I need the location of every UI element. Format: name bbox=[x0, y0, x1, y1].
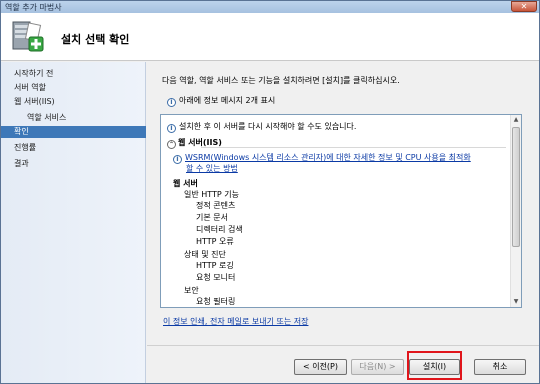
wizard-window: 역할 추가 마법사 ✕ 설치 선택 확인 시작하기 전 서버 역할 웹 서버(I… bbox=[0, 0, 540, 384]
step-role-services[interactable]: 역할 서비스 bbox=[1, 112, 146, 124]
tree-item: 요청 모니터 bbox=[196, 273, 236, 282]
tree-item: 디렉터리 검색 bbox=[196, 225, 243, 234]
scroll-up-icon[interactable]: ▲ bbox=[511, 115, 521, 125]
install-button[interactable]: 설치(I) bbox=[409, 359, 460, 375]
previous-button[interactable]: < 이전(P) bbox=[294, 359, 347, 375]
vertical-scrollbar[interactable]: ▲ ▼ bbox=[510, 115, 521, 307]
collapse-icon[interactable]: ⌃ bbox=[167, 140, 176, 149]
tree-item: HTTP 로깅 bbox=[196, 261, 234, 270]
page-title: 설치 선택 확인 bbox=[61, 33, 130, 46]
info-message-text: 아래에 정보 메시지 2개 표시 bbox=[179, 96, 276, 105]
wizard-header: 설치 선택 확인 bbox=[1, 13, 539, 61]
wsrm-link-line2[interactable]: 할 수 있는 방법 bbox=[186, 163, 238, 174]
step-confirmation[interactable]: 확인 bbox=[1, 126, 146, 138]
footer-divider bbox=[147, 345, 539, 346]
step-results: 결과 bbox=[14, 159, 29, 168]
tree-item: 일반 HTTP 기능 bbox=[184, 190, 239, 199]
tree-item: 상태 및 진단 bbox=[184, 250, 226, 259]
info-icon: i bbox=[167, 124, 176, 133]
main-content: 다음 역할, 역할 서비스 또는 기능을 설치하려면 [설치]를 클릭하십시오.… bbox=[147, 62, 539, 383]
info-icon: i bbox=[167, 98, 176, 107]
cancel-button[interactable]: 취소 bbox=[474, 359, 526, 375]
print-email-save-link[interactable]: 이 정보 인쇄, 전자 메일로 보내기 또는 저장 bbox=[163, 316, 308, 327]
tree-item: HTTP 오류 bbox=[196, 237, 234, 246]
tree-item: 요청 필터링 bbox=[196, 297, 236, 306]
tree-item: 보안 bbox=[184, 286, 199, 295]
close-button[interactable]: ✕ bbox=[511, 1, 537, 12]
wsrm-link-line1[interactable]: WSRM(Windows 시스템 리소스 관리자)에 대한 자세한 정보 및 C… bbox=[185, 153, 471, 162]
window-title: 역할 추가 마법사 bbox=[5, 3, 62, 12]
info-message-toggle[interactable]: i 아래에 정보 메시지 2개 표시 bbox=[167, 95, 275, 107]
restart-warning-text: 설치한 후 이 서버를 다시 시작해야 할 수도 있습니다. bbox=[179, 122, 357, 131]
wizard-steps-sidebar: 시작하기 전 서버 역할 웹 서버(IIS) 역할 서비스 확인 진행률 결과 bbox=[1, 62, 146, 383]
scroll-down-icon[interactable]: ▼ bbox=[511, 297, 521, 307]
next-button: 다음(N) > bbox=[351, 359, 404, 375]
tree-item: 웹 서버 bbox=[173, 179, 198, 188]
section-divider bbox=[201, 147, 506, 148]
confirmation-results-box[interactable]: i 설치한 후 이 서버를 다시 시작해야 할 수도 있습니다. ⌃ 웹 서버(II… bbox=[160, 114, 522, 308]
info-icon: i bbox=[173, 155, 182, 164]
step-server-roles[interactable]: 서버 역할 bbox=[1, 82, 146, 94]
scroll-thumb[interactable] bbox=[512, 127, 520, 247]
server-add-icon bbox=[12, 21, 44, 52]
tree-item: 정적 콘텐츠 bbox=[196, 201, 236, 210]
step-progress: 진행률 bbox=[14, 143, 37, 152]
restart-warning: i 설치한 후 이 서버를 다시 시작해야 할 수도 있습니다. bbox=[167, 121, 356, 133]
tree-item: 기본 문서 bbox=[196, 213, 228, 222]
step-web-server[interactable]: 웹 서버(IIS) bbox=[1, 96, 146, 108]
step-before-you-begin[interactable]: 시작하기 전 bbox=[1, 68, 146, 80]
section-title: 웹 서버(IIS) bbox=[178, 138, 222, 147]
title-bar: 역할 추가 마법사 ✕ bbox=[1, 1, 539, 13]
instruction-text: 다음 역할, 역할 서비스 또는 기능을 설치하려면 [설치]를 클릭하십시오. bbox=[162, 76, 400, 85]
